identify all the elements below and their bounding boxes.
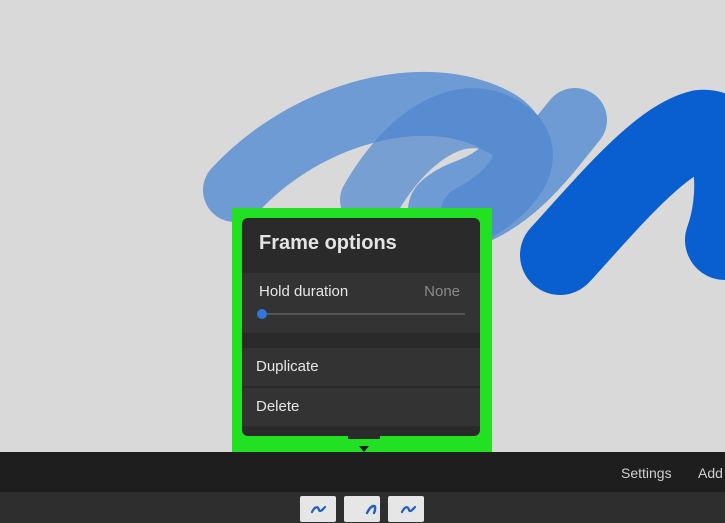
popover-notch xyxy=(348,436,380,439)
add-frame-button[interactable]: Add xyxy=(698,465,723,481)
hold-duration-row: Hold duration None xyxy=(242,273,480,333)
timeline-frame-3[interactable] xyxy=(388,496,424,522)
settings-button[interactable]: Settings xyxy=(621,465,672,481)
frame-thumbnail-3 xyxy=(400,505,417,514)
duplicate-button[interactable]: Duplicate xyxy=(242,348,480,386)
delete-label: Delete xyxy=(256,398,300,415)
frame-options-popover: Frame options Hold duration None Duplica… xyxy=(242,218,480,436)
animation-toolbar: Settings Add xyxy=(0,452,725,492)
frame-timeline xyxy=(0,492,725,523)
hold-duration-value: None xyxy=(424,283,460,300)
frame-thumbnail-2 xyxy=(365,504,377,515)
popover-title: Frame options xyxy=(259,232,397,254)
timeline-frame-1[interactable] xyxy=(300,496,336,522)
hold-duration-label: Hold duration xyxy=(259,283,349,300)
frame-thumbnail-1 xyxy=(310,505,327,514)
popover-pointer xyxy=(359,446,369,452)
hold-duration-slider[interactable] xyxy=(257,309,465,319)
timeline-frame-2[interactable] xyxy=(344,496,380,522)
duplicate-label: Duplicate xyxy=(256,358,319,375)
slider-knob[interactable] xyxy=(257,309,267,319)
delete-button[interactable]: Delete xyxy=(242,388,480,426)
